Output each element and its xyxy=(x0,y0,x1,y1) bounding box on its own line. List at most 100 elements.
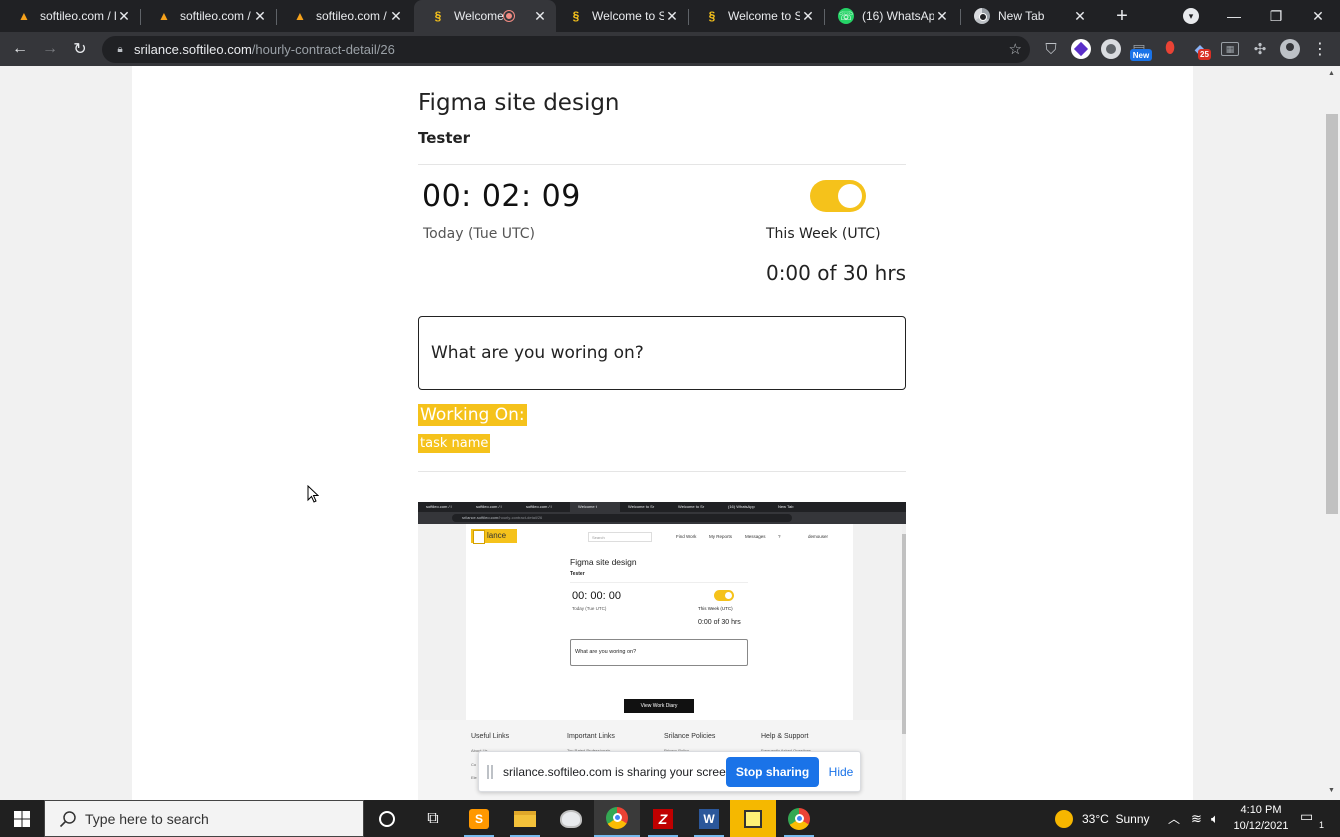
lock-icon[interactable]: 🔒︎ xyxy=(114,44,126,56)
browser-tab[interactable]: ▲ softileo.com / lo ✕ xyxy=(0,0,140,32)
scroll-up-icon[interactable]: ▲ xyxy=(1328,70,1335,77)
sublime-text-icon[interactable]: S xyxy=(456,800,502,837)
close-icon[interactable]: ✕ xyxy=(252,8,268,24)
taskbar-search-box[interactable] xyxy=(44,800,364,837)
close-icon[interactable]: ✕ xyxy=(934,8,950,24)
tab-title: softileo.com / lo xyxy=(180,9,252,23)
screen-share-banner: srilance.softileo.com is sharing your sc… xyxy=(478,751,861,792)
capture-tab: softileo.com / l xyxy=(476,504,502,509)
project-title: Figma site design xyxy=(418,90,620,116)
notification-count: 1 xyxy=(1318,820,1324,830)
project-role: Tester xyxy=(418,129,471,147)
browser-tab[interactable]: § Welcome to Sri ✕ xyxy=(552,0,688,32)
filezilla-icon[interactable]: Z xyxy=(640,800,686,837)
volume-icon[interactable]: 🔈︎ xyxy=(1211,800,1219,837)
capture-toggle xyxy=(714,590,734,601)
menu-kebab-icon[interactable]: ⋮ xyxy=(1310,39,1330,59)
divider xyxy=(418,471,906,472)
browser-tab[interactable]: New Tab ✕ xyxy=(958,0,1096,32)
url-text: srilance.softileo.com/hourly-contract-de… xyxy=(134,42,395,57)
capture-footer-heading: Srilance Policies xyxy=(664,733,716,740)
browser-tab[interactable]: ▲ softileo.com / lo ✕ xyxy=(140,0,276,32)
grey-extension-icon[interactable] xyxy=(1101,39,1121,59)
capture-role: Tester xyxy=(570,571,585,577)
chrome-taskbar-icon[interactable] xyxy=(594,800,640,837)
stop-sharing-button[interactable]: Stop sharing xyxy=(726,757,819,787)
window-close-button[interactable]: ✕ xyxy=(1296,0,1340,32)
word-icon[interactable]: W xyxy=(686,800,732,837)
softileo-icon: ▲ xyxy=(158,9,170,23)
task-input[interactable] xyxy=(418,316,906,390)
cortana-icon[interactable] xyxy=(364,800,410,837)
profile-avatar-icon[interactable] xyxy=(1280,39,1300,59)
extension-count-badge: 25 xyxy=(1198,49,1211,60)
new-tab-button[interactable]: + xyxy=(1110,4,1134,28)
browser-toolbar: ← → ↻ 🔒︎ srilance.softileo.com/hourly-co… xyxy=(0,32,1340,66)
bookmark-star-icon[interactable]: ☆ xyxy=(1009,40,1022,58)
week-hours: 0:00 of 30 hrs xyxy=(765,261,906,285)
close-icon[interactable]: ✕ xyxy=(532,8,548,24)
sunny-icon xyxy=(1055,809,1073,828)
page-scrollbar[interactable]: ▲ ▼ xyxy=(1324,66,1340,800)
scrollbar-thumb[interactable] xyxy=(1326,114,1338,514)
browser-tab-active[interactable]: § Welcome to ✕ xyxy=(414,0,556,32)
address-bar[interactable]: 🔒︎ srilance.softileo.com/hourly-contract… xyxy=(102,36,1030,63)
paint-icon[interactable] xyxy=(548,800,594,837)
tab-title: Welcome to Sri xyxy=(592,9,664,23)
start-button[interactable] xyxy=(0,800,44,837)
capture-address-bar: srilance.softileo.com/hourly-contract-de… xyxy=(452,514,792,522)
browser-tab[interactable]: ☏ (16) WhatsApp ✕ xyxy=(822,0,958,32)
browser-tab[interactable]: § Welcome to Sri ✕ xyxy=(688,0,824,32)
task-view-icon[interactable]: ⧉ xyxy=(410,800,456,837)
capture-today-label: Today (Tue UTC) xyxy=(572,606,607,611)
reload-button[interactable]: ↻ xyxy=(68,37,92,61)
capture-tab: Welcome to Sr xyxy=(628,504,655,509)
close-icon[interactable]: ✕ xyxy=(1072,8,1088,24)
srilance-icon: § xyxy=(708,9,716,23)
taskbar-search-input[interactable] xyxy=(85,810,345,827)
capture-toolbar: srilance.softileo.com/hourly-contract-de… xyxy=(418,512,906,524)
notification-center-icon[interactable]: ▭ 1 xyxy=(1300,808,1324,830)
back-button[interactable]: ← xyxy=(8,37,32,61)
browser-tab[interactable]: ▲ softileo.com / lo ✕ xyxy=(276,0,412,32)
capture-footer-link: Co xyxy=(471,762,477,767)
shield-extension-icon[interactable]: ⛉ xyxy=(1041,39,1061,59)
tray-overflow-icon[interactable]: ︿ xyxy=(1168,800,1180,837)
tab-search-icon[interactable]: ▾ xyxy=(1183,8,1199,24)
chrome-profile-icon[interactable] xyxy=(776,800,822,837)
file-explorer-icon[interactable] xyxy=(502,800,548,837)
tab-title: softileo.com / lo xyxy=(40,9,116,23)
capture-nav-item: Messages xyxy=(745,534,766,539)
weather-widget[interactable]: 33°C Sunny xyxy=(1055,800,1150,837)
hide-button[interactable]: Hide xyxy=(827,757,855,787)
capture-footer-heading: Important Links xyxy=(567,733,615,740)
page-viewport: Figma site design Tester 00: 02: 09 Toda… xyxy=(0,66,1324,800)
capture-nav-item: demouser xyxy=(808,534,829,539)
red-extension-icon[interactable]: ⬮ xyxy=(1160,39,1180,59)
gray-extension-icon[interactable]: ▦ xyxy=(1221,42,1239,56)
scroll-down-icon[interactable]: ▼ xyxy=(1328,787,1335,794)
taskbar-clock[interactable]: 4:10 PM 10/12/2021 xyxy=(1228,802,1294,834)
close-icon[interactable]: ✕ xyxy=(800,8,816,24)
tracking-toggle[interactable] xyxy=(810,180,866,212)
forward-button[interactable]: → xyxy=(38,37,62,61)
network-icon[interactable]: ≋ xyxy=(1191,800,1202,837)
capture-nav-item: ? xyxy=(778,534,781,539)
close-icon[interactable]: ✕ xyxy=(388,8,404,24)
extensions-puzzle-icon[interactable]: ✣ xyxy=(1250,39,1270,59)
close-icon[interactable]: ✕ xyxy=(664,8,680,24)
whatsapp-icon: ☏ xyxy=(838,8,854,24)
working-on-label: Working On: xyxy=(418,404,527,426)
sticky-notes-icon[interactable] xyxy=(730,800,776,837)
purple-extension-icon[interactable] xyxy=(1071,39,1091,59)
restore-button[interactable]: ❐ xyxy=(1254,0,1298,32)
capture-tab: softileo.com / l xyxy=(426,504,452,509)
close-icon[interactable]: ✕ xyxy=(116,8,132,24)
capture-tab: Welcome to Sr xyxy=(678,504,705,509)
capture-tab: Welcome t xyxy=(570,502,620,512)
capture-tab: (16) WhatsApp xyxy=(728,504,755,509)
minimize-button[interactable]: — xyxy=(1212,0,1256,32)
capture-timer: 00: 00: 00 xyxy=(572,590,621,602)
share-message: srilance.softileo.com is sharing your sc… xyxy=(503,764,736,779)
drag-handle-icon[interactable] xyxy=(487,764,493,779)
